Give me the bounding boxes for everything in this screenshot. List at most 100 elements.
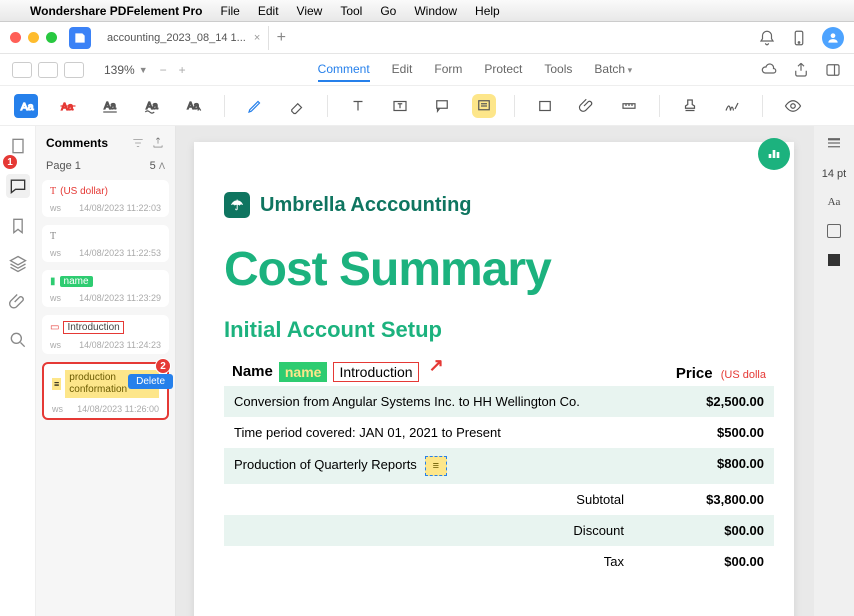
table-row: Time period covered: JAN 01, 2021 to Pre… [224,417,774,448]
delete-comment-button[interactable]: Delete [128,374,173,389]
share-icon[interactable] [792,61,810,79]
text-annotation[interactable]: (US dolla [721,369,766,381]
comment-item[interactable]: ▮ name ws14/08/2023 11:23:29 [42,270,169,307]
layers-icon[interactable] [8,254,28,274]
new-tab-button[interactable]: + [269,29,293,47]
menu-edit[interactable]: Edit [258,4,279,18]
sticky-note-annotation[interactable] [425,456,447,476]
tab-protect[interactable]: Protect [484,58,522,82]
view-mode-sidebar[interactable] [12,62,32,78]
callout-marker-2: 2 [155,358,171,374]
divider [224,95,225,117]
attachment-tool[interactable] [575,94,599,118]
comments-rail-icon[interactable] [6,174,30,198]
menu-go[interactable]: Go [380,4,396,18]
left-sidebar-rail: 1 [0,126,36,616]
page-label: Page 1 [46,160,81,172]
font-style-label[interactable]: Aa [828,196,841,208]
close-window-button[interactable] [10,32,21,43]
zoom-out-button[interactable]: − [160,63,167,77]
toolbar-primary: 139% ▼ − + Comment Edit Form Protect Too… [0,54,854,86]
visibility-tool[interactable] [781,94,805,118]
strikethrough-tool[interactable]: Aa [56,94,80,118]
close-tab-button[interactable]: × [254,32,260,44]
signature-tool[interactable] [720,94,744,118]
zoom-in-button[interactable]: + [179,63,186,77]
stamp-tool[interactable] [678,94,702,118]
document-tab[interactable]: accounting_2023_08_14 1... × [99,26,269,50]
export-icon[interactable] [151,136,165,150]
attachments-icon[interactable] [8,292,28,312]
toolbar-annotation: Aa Aa Aa Aa Aa [0,86,854,126]
menu-help[interactable]: Help [475,4,500,18]
tab-edit[interactable]: Edit [392,58,413,82]
callout-marker-1: 1 [2,154,18,170]
highlight-annotation[interactable]: name [279,362,328,382]
panel-toggle-icon[interactable] [824,61,842,79]
document-viewport[interactable]: ☂ Umbrella Acccounting Cost Summary Init… [176,126,814,616]
notification-icon[interactable] [758,29,776,47]
zoom-control[interactable]: 139% ▼ − + [104,63,186,77]
font-size-label[interactable]: 14 pt [822,168,846,180]
menu-view[interactable]: View [297,4,323,18]
rectangle-annotation[interactable]: Introduction [333,362,418,382]
divider [659,95,660,117]
pencil-tool[interactable] [243,94,267,118]
summary-row: Subtotal$3,800.00 [224,484,774,515]
page-title: Cost Summary [224,242,774,297]
menu-window[interactable]: Window [414,4,457,18]
outline-box-icon[interactable] [827,224,841,238]
comment-label: (US dollar) [60,186,108,197]
logo-icon: ☂ [224,192,250,218]
minimize-window-button[interactable] [28,32,39,43]
tab-title: accounting_2023_08_14 1... [107,32,246,44]
mobile-icon[interactable] [790,29,808,47]
tab-comment[interactable]: Comment [318,58,370,82]
rectangle-tool[interactable] [533,94,557,118]
search-rail-icon[interactable] [8,330,28,350]
brand-header: ☂ Umbrella Acccounting [224,192,774,218]
sticky-note-tool[interactable] [472,94,496,118]
comment-item[interactable]: T (US dollar) ws14/08/2023 11:22:03 [42,180,169,217]
filter-icon[interactable] [131,136,145,150]
chevron-up-icon: ᐱ [159,161,165,171]
comments-panel: Comments Page 1 5 ᐱ T (US dollar) ws14/0… [36,126,176,616]
menu-file[interactable]: File [221,4,240,18]
tab-tools[interactable]: Tools [544,58,572,82]
ai-fab-button[interactable] [758,138,790,170]
page-display-icon[interactable] [825,134,843,152]
menu-tool[interactable]: Tool [340,4,362,18]
content-area: 1 Comments Page 1 5 ᐱ T (US dollar) ws14… [0,126,854,616]
comment-item[interactable]: ▭ Introduction ws14/08/2023 11:24:23 [42,315,169,354]
comments-page-row[interactable]: Page 1 5 ᐱ [36,156,175,180]
view-mode-grid[interactable] [38,62,58,78]
cloud-icon[interactable] [760,61,778,79]
callout-tool[interactable] [430,94,454,118]
bookmarks-icon[interactable] [8,216,28,236]
tab-batch[interactable]: Batch ▾ [594,58,632,82]
squiggly-tool[interactable]: Aa [140,94,164,118]
cost-table: Name name Introduction ↗ Price (US dolla… [224,357,774,577]
svg-text:Aa: Aa [21,100,34,112]
measure-tool[interactable] [617,94,641,118]
highlight-tool[interactable]: Aa [14,94,38,118]
comment-label: name [60,276,93,287]
comment-item[interactable]: T ws14/08/2023 11:22:53 [42,225,169,262]
zoom-window-button[interactable] [46,32,57,43]
eraser-tool[interactable] [285,94,309,118]
divider [762,95,763,117]
solid-box-icon[interactable] [828,254,840,266]
avatar[interactable] [822,27,844,49]
tab-form[interactable]: Form [434,58,462,82]
underline-tool[interactable]: Aa [98,94,122,118]
view-mode-single[interactable] [64,62,84,78]
thumbnails-icon[interactable] [8,136,28,156]
textbox-tool[interactable] [388,94,412,118]
zoom-value: 139% [104,63,135,77]
text-tool[interactable] [346,94,370,118]
svg-text:Aa: Aa [104,101,117,112]
app-name[interactable]: Wondershare PDFelement Pro [30,4,203,18]
caret-tool[interactable]: Aa [182,94,206,118]
comment-item-selected[interactable]: 2 ≡ production conformation Delete ws14/… [42,362,169,420]
col-name: Name [232,363,273,380]
